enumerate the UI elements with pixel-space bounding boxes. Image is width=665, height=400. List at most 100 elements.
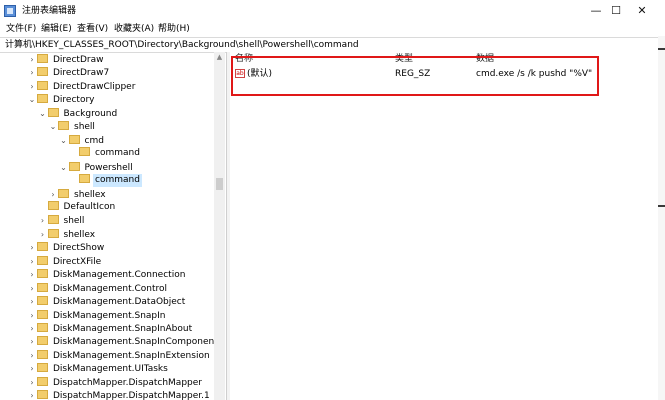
tree-item[interactable]: › DiskManagement.DataObject	[27, 295, 187, 308]
tree-item[interactable]: › DiskManagement.SnapInExtension	[27, 349, 212, 362]
tree-item-label: shell	[74, 122, 95, 133]
background-window-line	[658, 205, 665, 207]
menu-file[interactable]: 文件(F)	[6, 23, 36, 35]
tree-scrollbar[interactable]: ▲	[214, 52, 225, 400]
tree-item[interactable]: › DiskManagement.SnapInAbout	[27, 322, 194, 335]
chevron-right-icon[interactable]: ›	[27, 282, 37, 295]
tree-item[interactable]: › DirectDraw	[27, 53, 105, 66]
tree-item[interactable]: ⌄ shell	[48, 120, 97, 133]
chevron-right-icon[interactable]: ›	[27, 349, 37, 362]
folder-icon	[47, 107, 59, 117]
tree-item-label: DirectDrawClipper	[53, 81, 136, 92]
folder-icon	[58, 121, 69, 131]
tree-item[interactable]: › shell	[38, 214, 87, 227]
folder-icon	[79, 147, 90, 157]
tree-item[interactable]: › DiskManagement.SnapIn	[27, 309, 167, 322]
folder-icon	[79, 174, 90, 184]
tree-item[interactable]: › DirectDrawClipper	[27, 80, 137, 93]
chevron-right-icon[interactable]: ›	[27, 362, 37, 375]
tree-item[interactable]: › DiskManagement.Control	[27, 282, 169, 295]
tree-item[interactable]: ⌄ Background	[38, 107, 120, 120]
background-window-line	[658, 48, 665, 50]
tree-item[interactable]: › DiskManagement.Connection	[27, 268, 187, 281]
chevron-right-icon[interactable]: ›	[38, 228, 48, 241]
tree-item[interactable]: › shellex	[48, 188, 108, 201]
chevron-right-icon[interactable]: ›	[27, 241, 37, 254]
tree-item[interactable]: › DiskManagement.UITasks	[27, 362, 170, 375]
menu-favorites[interactable]: 收藏夹(A)	[114, 23, 154, 35]
tree-item[interactable]: › DiskManagement.SnapInComponent	[27, 335, 220, 348]
tree-item-label: DirectDraw	[53, 55, 104, 65]
folder-icon	[37, 323, 48, 332]
folder-icon	[37, 296, 48, 306]
chevron-right-icon[interactable]: ›	[27, 335, 37, 348]
folder-icon	[58, 188, 69, 198]
chevron-right-icon[interactable]: ›	[27, 255, 37, 268]
tree-item[interactable]: ⌄ cmd	[59, 134, 106, 147]
tree-item-label: DiskManagement.Connection	[53, 270, 186, 281]
chevron-right-icon[interactable]: ›	[27, 268, 37, 281]
chevron-right-icon[interactable]: ›	[38, 214, 48, 227]
chevron-down-icon[interactable]: ⌄	[27, 93, 37, 106]
tree-item-label: DiskManagement.SnapIn	[53, 310, 166, 321]
chevron-right-icon[interactable]: ›	[27, 322, 37, 335]
tree-item[interactable]: ⌄ Powershell	[59, 161, 135, 174]
chevron-down-icon[interactable]: ⌄	[38, 107, 48, 120]
window-title: 注册表编辑器	[22, 6, 77, 16]
folder-icon	[37, 255, 48, 265]
chevron-right-icon[interactable]: ›	[27, 295, 37, 308]
scroll-thumb[interactable]	[216, 178, 223, 190]
folder-icon	[47, 228, 59, 238]
folder-icon	[37, 242, 48, 252]
tree-item-label: Powershell	[84, 162, 133, 173]
chevron-down-icon[interactable]: ⌄	[59, 161, 69, 174]
chevron-right-icon[interactable]: ›	[27, 376, 37, 389]
chevron-down-icon[interactable]: ⌄	[48, 120, 58, 133]
folder-icon	[37, 67, 48, 77]
folder-icon	[37, 349, 48, 359]
tree-item[interactable]: › DispatchMapper.DispatchMapper	[27, 376, 204, 389]
chevron-right-icon[interactable]: ›	[48, 188, 58, 201]
tree-item[interactable]: › shellex	[38, 228, 98, 241]
tree-item[interactable]: › DirectShow	[27, 241, 106, 254]
tree-item[interactable]: command	[69, 174, 142, 188]
close-button[interactable]: ✕	[619, 0, 665, 22]
values-pane: 名称 类型 数据 ab (默认) REG_SZ cmd.exe /s /k pu…	[230, 52, 665, 400]
red-highlight-annotation	[231, 56, 599, 96]
tree-item[interactable]: › DispatchMapper.DispatchMapper.1	[27, 389, 212, 400]
chevron-right-icon[interactable]: ›	[27, 389, 37, 400]
folder-icon	[37, 336, 48, 346]
chevron-right-icon[interactable]: ›	[27, 80, 37, 93]
tree-item[interactable]: command	[69, 147, 142, 160]
folder-icon	[68, 161, 80, 171]
folder-icon	[47, 200, 59, 210]
menu-edit[interactable]: 编辑(E)	[41, 23, 72, 35]
tree-item-label: DiskManagement.Control	[53, 283, 168, 294]
folder-icon	[37, 282, 48, 292]
tree-item-label: DispatchMapper.DispatchMapper.1	[53, 391, 210, 400]
scroll-up-arrow-icon[interactable]: ▲	[214, 52, 225, 63]
address-path[interactable]: 计算机\HKEY_CLASSES_ROOT\Directory\Backgrou…	[5, 39, 359, 51]
key-tree-pane: › DirectDraw › DirectDraw7 › DirectDrawClippe…	[0, 52, 227, 400]
chevron-right-icon[interactable]: ›	[27, 309, 37, 322]
background-window-edge	[658, 36, 665, 400]
tree-item[interactable]: › DirectDraw7	[27, 66, 111, 79]
tree-item[interactable]: DefaultIcon	[38, 200, 118, 214]
tree-item-label: DiskManagement.SnapInExtension	[53, 350, 210, 361]
address-bar[interactable]: 计算机\HKEY_CLASSES_ROOT\Directory\Backgrou…	[0, 37, 665, 53]
menu-help[interactable]: 帮助(H)	[158, 23, 190, 35]
tree-item-label: DispatchMapper.DispatchMapper	[53, 377, 202, 388]
tree-item-label: Background	[63, 108, 118, 119]
chevron-down-icon[interactable]: ⌄	[59, 134, 69, 147]
tree-item-label: DiskManagement.UITasks	[53, 364, 168, 375]
chevron-right-icon[interactable]: ›	[27, 53, 37, 66]
folder-icon	[37, 54, 48, 63]
tree-item-label: DiskManagement.DataObject	[53, 297, 186, 308]
chevron-right-icon[interactable]: ›	[27, 66, 37, 79]
tree-item[interactable]: ⌄ Directory	[27, 93, 96, 106]
tree-item[interactable]: › DirectXFile	[27, 255, 103, 268]
menu-view[interactable]: 查看(V)	[77, 23, 108, 35]
tree-item-label: cmd	[84, 135, 104, 146]
folder-icon	[37, 80, 48, 90]
folder-icon	[68, 134, 80, 144]
